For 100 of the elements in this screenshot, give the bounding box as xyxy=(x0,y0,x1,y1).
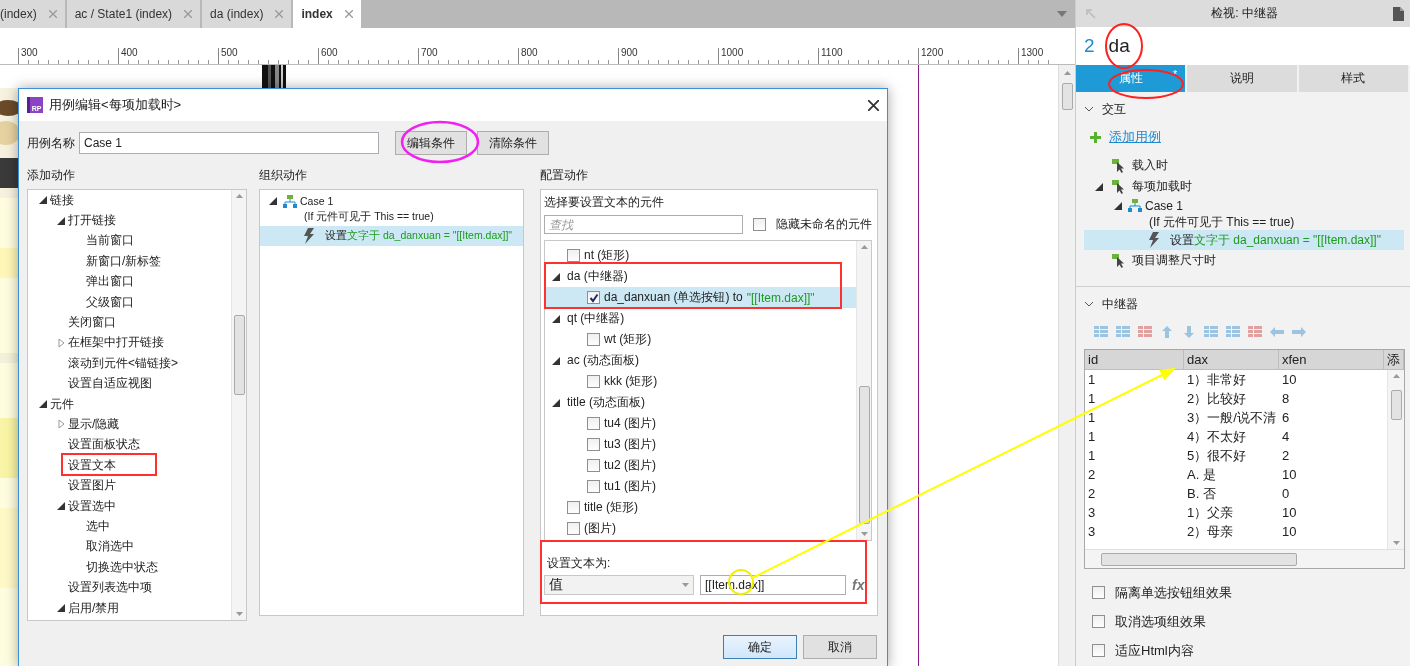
scroll-up-arrow-icon[interactable] xyxy=(235,194,243,198)
horizontal-scrollbar[interactable] xyxy=(1085,549,1404,568)
scroll-up-arrow-icon[interactable] xyxy=(860,245,868,249)
inspector-tab[interactable]: 样式 xyxy=(1298,65,1410,92)
widget-item[interactable]: kkk (矩形) xyxy=(545,371,856,392)
widget-item[interactable]: tu4 (图片) xyxy=(545,413,856,434)
dropdown-caret-icon[interactable] xyxy=(1057,11,1067,17)
event-label[interactable]: 项目调整尺寸时 xyxy=(1132,252,1216,269)
action-item[interactable]: 设置文字于 da_danxuan = "[[Item.dax]]" xyxy=(1084,230,1404,250)
action-item[interactable]: 设置文字于 da_danxuan = "[[Item.dax]]" xyxy=(260,226,523,246)
value-type-dropdown[interactable]: 值 xyxy=(544,575,694,595)
checkbox[interactable] xyxy=(587,333,600,346)
scroll-thumb[interactable] xyxy=(858,386,870,524)
widget-item[interactable]: title (矩形) xyxy=(545,497,856,518)
action-item[interactable]: 设置文本 xyxy=(68,456,116,474)
action-item[interactable]: 父级窗口 xyxy=(86,293,134,311)
inspector-tab[interactable]: 说明 xyxy=(1187,65,1299,92)
action-item[interactable]: 打开链接 xyxy=(68,212,116,230)
column-header[interactable]: xfen xyxy=(1279,350,1384,369)
vertical-scrollbar[interactable] xyxy=(1387,370,1404,549)
checkbox[interactable] xyxy=(587,459,600,472)
page-icon[interactable] xyxy=(1393,6,1404,21)
search-field[interactable]: 查找 xyxy=(544,215,743,234)
case-label[interactable]: Case 1 xyxy=(300,195,334,207)
vertical-scrollbar[interactable] xyxy=(231,190,246,620)
widget-item[interactable]: tu1 (图片) xyxy=(545,476,856,497)
grid-icon[interactable] xyxy=(1094,326,1108,338)
widget-item[interactable]: tu3 (图片) xyxy=(545,434,856,455)
collapsed-triangle-icon[interactable] xyxy=(57,337,65,348)
editor-tab[interactable]: da (index) xyxy=(202,0,292,28)
widget-item[interactable]: title (动态面板) xyxy=(545,392,856,413)
cancel-button[interactable]: 取消 xyxy=(803,635,877,659)
plus-icon[interactable] xyxy=(1090,131,1101,143)
add-case-link[interactable]: 添加用例 xyxy=(1109,128,1161,146)
expanded-triangle-icon[interactable] xyxy=(57,216,65,225)
vertical-scrollbar[interactable] xyxy=(856,241,871,540)
action-item[interactable]: 滚动到元件<锚链接> xyxy=(68,354,178,372)
scroll-thumb[interactable] xyxy=(1390,389,1402,420)
action-item[interactable]: 设置选中 xyxy=(68,497,116,515)
action-item[interactable]: 启用/禁用 xyxy=(68,599,120,617)
editor-tab[interactable]: ac / State1 (index) xyxy=(66,0,201,28)
grid-icon[interactable] xyxy=(1116,326,1130,338)
expanded-triangle-icon[interactable] xyxy=(552,272,560,281)
chevron-down-icon[interactable] xyxy=(1084,106,1094,112)
arrow-down-icon[interactable] xyxy=(1182,326,1196,338)
ok-button[interactable]: 确定 xyxy=(723,635,797,659)
grid-icon[interactable] xyxy=(1204,326,1218,338)
close-icon[interactable] xyxy=(868,99,879,111)
widget-item[interactable]: ac (动态面板) xyxy=(545,350,856,371)
action-item[interactable]: 当前窗口 xyxy=(86,232,134,250)
action-item[interactable]: 设置自适应视图 xyxy=(68,375,152,393)
arrow-up-icon[interactable] xyxy=(1160,326,1174,338)
action-item[interactable]: 显示/隐藏 xyxy=(68,416,120,433)
arrow-left-icon[interactable] xyxy=(1270,326,1284,338)
vertical-scrollbar[interactable] xyxy=(1058,65,1075,666)
column-header[interactable]: 添 xyxy=(1384,350,1404,369)
widget-item[interactable]: da_danxuan (单选按钮) to "[[Item.dax]]" xyxy=(545,287,856,308)
checkbox[interactable] xyxy=(1092,586,1105,599)
checkbox[interactable] xyxy=(567,522,580,535)
expanded-triangle-icon[interactable] xyxy=(57,502,65,511)
scroll-down-arrow-icon[interactable] xyxy=(860,532,868,536)
chevron-down-icon[interactable] xyxy=(1084,301,1094,307)
widget-item[interactable]: nt (矩形) xyxy=(545,245,856,266)
expanded-triangle-icon[interactable] xyxy=(269,197,277,205)
action-item[interactable]: 设置图片 xyxy=(68,477,116,495)
checkbox[interactable] xyxy=(753,218,766,231)
action-item[interactable]: 元件 xyxy=(50,395,74,413)
widget-item[interactable]: tu2 (图片) xyxy=(545,455,856,476)
case-name-field[interactable]: Case 1 xyxy=(79,132,379,154)
action-item[interactable]: 弹出窗口 xyxy=(86,273,134,291)
action-item[interactable]: 新窗口/新标签 xyxy=(86,252,162,270)
expanded-triangle-icon[interactable] xyxy=(552,314,560,323)
editor-tab[interactable]: index xyxy=(293,0,361,28)
action-item[interactable]: 切换选中状态 xyxy=(86,558,158,576)
function-button[interactable]: fx xyxy=(852,577,865,593)
grid-icon[interactable] xyxy=(1138,326,1152,338)
widget-item[interactable]: qt (中继器) xyxy=(545,308,856,329)
action-item[interactable]: 设置列表选中项 xyxy=(68,579,152,597)
expanded-triangle-icon[interactable] xyxy=(1114,201,1122,210)
expanded-triangle-icon[interactable] xyxy=(39,196,47,205)
dropdown-arrow-icon[interactable] xyxy=(682,583,689,587)
grid-icon[interactable] xyxy=(1226,326,1240,338)
edit-condition-button[interactable]: 编辑条件 xyxy=(395,131,467,155)
grid-icon[interactable] xyxy=(1248,326,1262,338)
scroll-thumb[interactable] xyxy=(233,315,245,395)
checkbox[interactable] xyxy=(587,291,600,304)
editor-tab[interactable]: (index) xyxy=(0,0,65,28)
action-item[interactable]: 关闭窗口 xyxy=(68,314,116,332)
collapsed-triangle-icon[interactable] xyxy=(57,419,65,430)
action-item[interactable]: 取消选中 xyxy=(86,538,134,556)
scroll-up-arrow-icon[interactable] xyxy=(1392,374,1400,378)
checkbox[interactable] xyxy=(567,501,580,514)
scroll-thumb[interactable] xyxy=(1061,83,1073,110)
expanded-triangle-icon[interactable] xyxy=(1095,182,1103,191)
column-header[interactable]: dax xyxy=(1184,350,1279,369)
case-label[interactable]: Case 1 xyxy=(1145,198,1184,213)
checkbox[interactable] xyxy=(1092,615,1105,628)
checkbox[interactable] xyxy=(567,249,580,262)
action-item[interactable]: 链接 xyxy=(50,191,74,209)
event-label[interactable]: 每项加载时 xyxy=(1132,178,1192,195)
